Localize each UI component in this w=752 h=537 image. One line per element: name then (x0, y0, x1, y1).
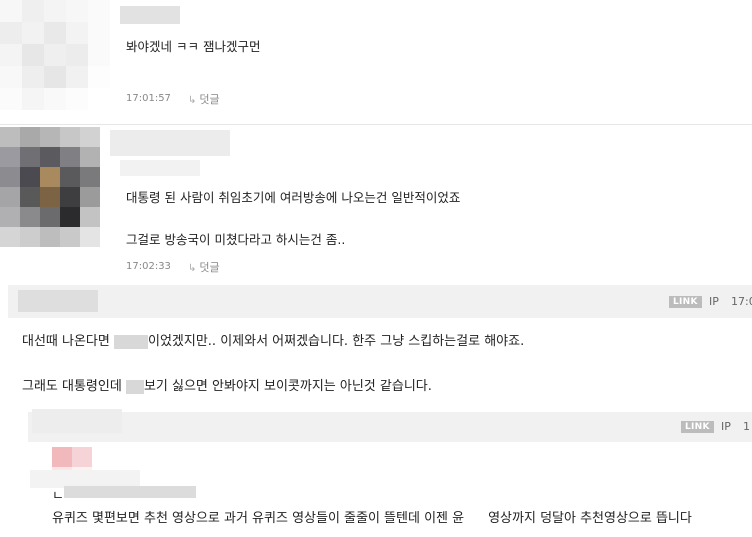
comment-text: 대통령 된 사람이 취임초기에 여러방송에 나오는건 일반적이었죠 (126, 190, 461, 205)
username-blurred[interactable] (110, 130, 230, 156)
comment-text-part: 대선때 나온다면 (22, 334, 114, 349)
comment-text-part: 유퀴즈 몇편보면 추천 영상으로 과거 유퀴즈 영상들이 줄줄이 뜰텐데 이젠 … (52, 511, 465, 526)
reply-button[interactable]: ↳ 덧글 (188, 91, 220, 107)
comment-header-bar (28, 412, 752, 442)
comment-time: 17:02:33 (126, 261, 171, 272)
avatar (0, 127, 100, 247)
link-badge[interactable]: LINK (681, 421, 714, 433)
comment-time: 1 (743, 420, 750, 433)
comment-header-bar (8, 285, 752, 318)
ip-label: IP (721, 420, 731, 433)
comment-time: 17:0 (731, 295, 752, 308)
reply-button[interactable]: ↳ 덧글 (188, 259, 220, 275)
censored-word (114, 334, 148, 349)
reply-label: 덧글 (199, 93, 220, 106)
comment-text: 유퀴즈 몇편보면 추천 영상으로 과거 유퀴즈 영상들이 줄줄이 뜰텐데 이젠 … (52, 507, 692, 526)
username-blurred[interactable] (120, 6, 180, 24)
comment-text-part: 영상까지 덩달아 추천영상으로 뜹니다 (488, 511, 692, 526)
comment-text-part: 이었겠지만.. 이제와서 어쩌겠습니다. 한주 그냥 스킵하는걸로 해야죠. (148, 334, 525, 349)
comment-text-part: 그래도 대통령인데 (22, 379, 126, 394)
comment-text: 대선때 나온다면 이었겠지만.. 이제와서 어쩌겠습니다. 한주 그냥 스킵하는… (22, 330, 524, 349)
comment-text-part: 보기 싫으면 안봐야지 보이콧까지는 아닌것 같습니다. (143, 379, 432, 394)
username-blurred (120, 160, 200, 176)
username-blurred[interactable] (32, 409, 122, 433)
comment-text: 봐야겠네 ㅋㅋ 잼나겠구먼 (126, 39, 261, 54)
censored-word (464, 511, 489, 526)
username-blurred[interactable] (18, 290, 98, 312)
comment-text: 그걸로 방송국이 미쳤다라고 하시는건 좀.. (126, 232, 346, 247)
censored-word (125, 379, 144, 394)
ip-label: IP (709, 295, 719, 308)
comment-text: 그래도 대통령인데 보기 싫으면 안봐야지 보이콧까지는 아닌것 같습니다. (22, 375, 432, 394)
reply-arrow-icon: ↳ (188, 95, 197, 106)
reply-arrow-icon: ↳ (188, 263, 197, 274)
divider (0, 124, 752, 125)
link-badge[interactable]: LINK (669, 296, 702, 308)
reply-label: 덧글 (199, 261, 220, 274)
avatar (0, 0, 110, 110)
comment-text: ㄴ (52, 489, 64, 504)
text-blurred (64, 486, 196, 498)
comment-time: 17:01:57 (126, 93, 171, 104)
